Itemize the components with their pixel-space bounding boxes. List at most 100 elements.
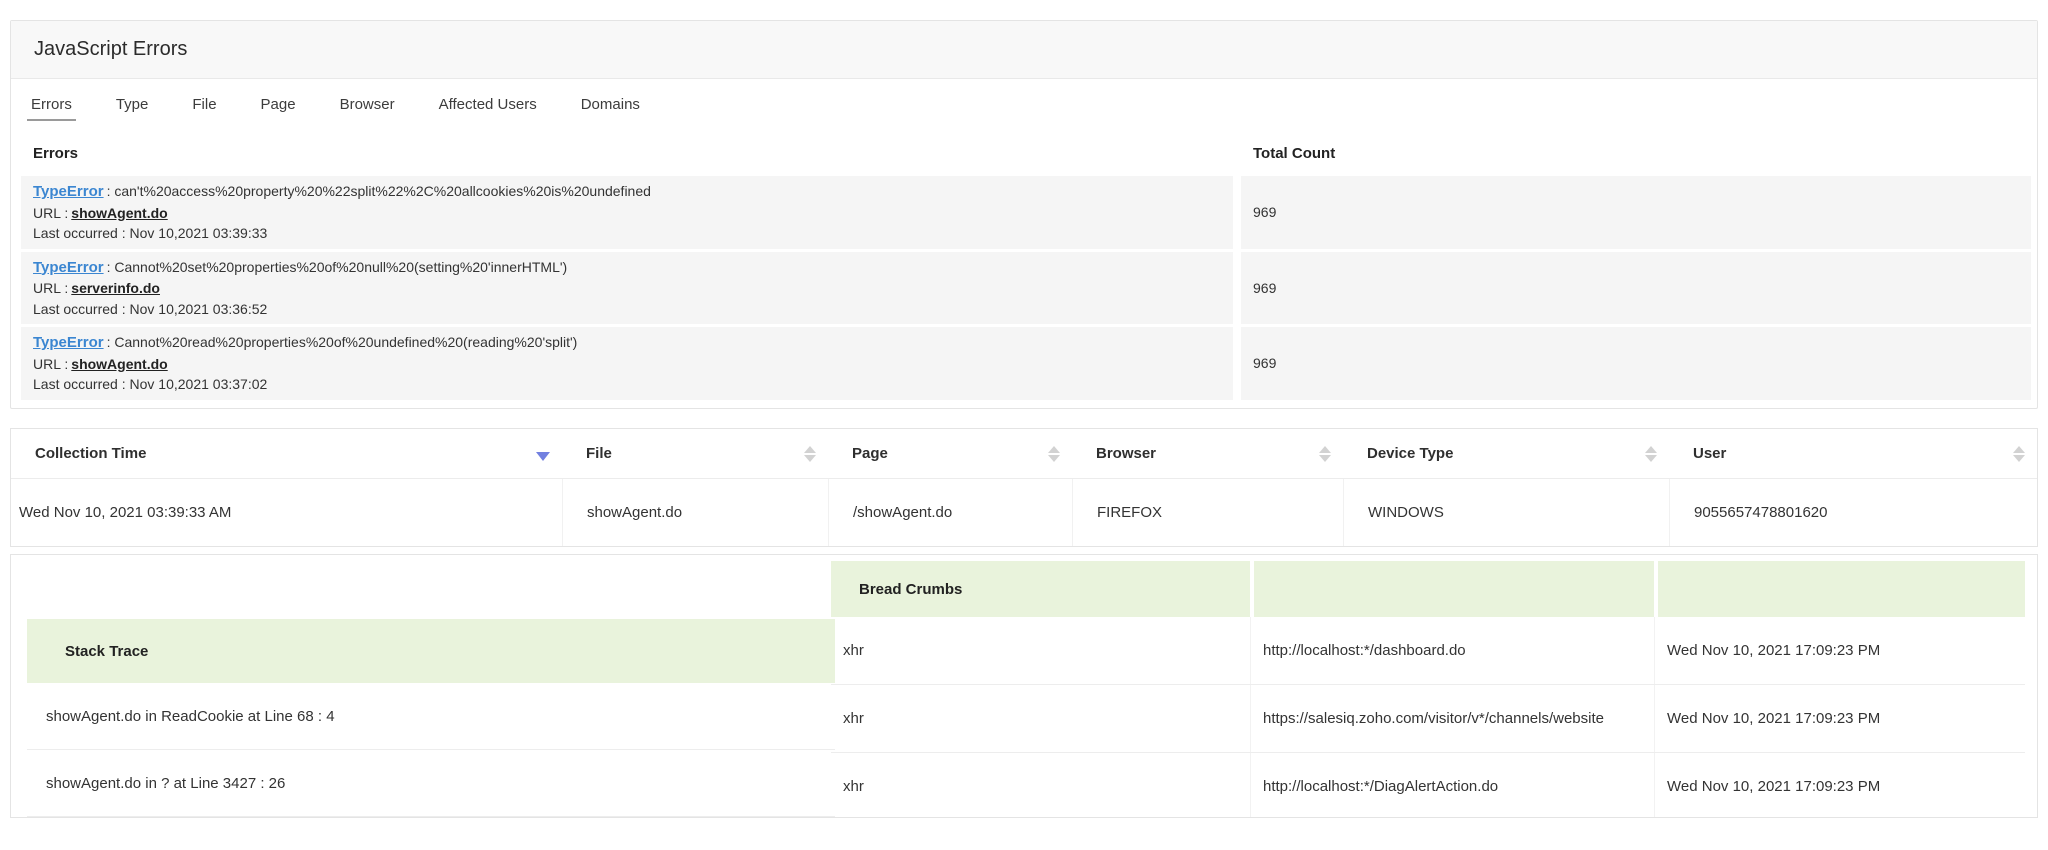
bread-crumb-url-cell: http://localhost:*/DiagAlertAction.do [1250,753,1654,818]
last-occurred-label: Last occurred : [33,225,126,241]
tab-errors[interactable]: Errors [27,88,76,121]
bread-crumb-time-cell: Wed Nov 10, 2021 17:09:23 PM [1654,753,2025,818]
column-header-collection-time[interactable]: Collection Time [11,445,562,462]
bread-crumb-row: xhr http://localhost:*/DiagAlertAction.d… [831,753,2025,818]
column-label: Browser [1096,445,1156,462]
stack-trace-entry: showAgent.do in ReadCookie at Line 68 : … [46,708,335,725]
column-label: Device Type [1367,445,1453,462]
total-count-column-header: Total Count [1241,145,2031,162]
bread-crumbs-title: Bread Crumbs [859,581,962,598]
error-last-occurred-line: Last occurred : Nov 10,2021 03:37:02 [33,374,1221,395]
error-message-line: TypeError: Cannot%20read%20properties%20… [33,332,1221,354]
bread-crumb-type-cell: xhr [831,685,1250,752]
column-label: Page [852,445,888,462]
table-row[interactable]: Wed Nov 10, 2021 03:39:33 AM showAgent.d… [11,479,2037,546]
sort-arrows-icon [2013,446,2025,462]
stack-trace-table: Stack Trace showAgent.do in ReadCookie a… [27,619,835,817]
sort-desc-icon [536,452,550,461]
bread-crumbs-header-cell [1250,561,1654,617]
error-url-link[interactable]: showAgent.do [71,205,167,221]
bread-crumb-type-cell: xhr [831,753,1250,818]
column-header-user[interactable]: User [1669,445,2037,462]
sort-arrows-icon [1319,446,1331,462]
tab-domains[interactable]: Domains [577,88,644,121]
error-type-link[interactable]: TypeError [33,334,104,351]
error-message-line: TypeError: Cannot%20set%20properties%20o… [33,257,1221,279]
error-message: : can't%20access%20property%20%22split%2… [107,183,651,199]
bread-crumbs-header-cell [1654,561,2025,617]
error-type-link[interactable]: TypeError [33,183,104,200]
column-header-device-type[interactable]: Device Type [1343,445,1669,462]
bread-crumbs-title-cell: Bread Crumbs [831,561,1250,617]
errors-section: Errors Total Count TypeError: can't%20ac… [11,129,2037,408]
error-detail-panel: Stack Trace showAgent.do in ReadCookie a… [10,554,2038,818]
stack-trace-header: Stack Trace [27,619,835,683]
card-header: JavaScript Errors [11,21,2037,79]
total-count-value: 969 [1241,252,2031,325]
error-row-details: TypeError: Cannot%20set%20properties%20o… [21,252,1233,325]
error-url-link[interactable]: showAgent.do [71,356,167,372]
column-header-browser[interactable]: Browser [1072,445,1343,462]
error-url-line: URL :showAgent.do [33,203,1221,224]
error-url-line: URL :serverinfo.do [33,278,1221,299]
javascript-errors-card: JavaScript Errors Errors Type File Page … [10,20,2038,409]
stack-trace-title: Stack Trace [65,643,148,660]
column-label: File [586,445,612,462]
sort-arrows-icon [1645,446,1657,462]
bread-crumb-url-cell: http://localhost:*/dashboard.do [1250,617,1654,684]
column-label: Collection Time [35,445,146,462]
sort-arrows-icon [1048,446,1060,462]
tab-file[interactable]: File [188,88,220,121]
bread-crumb-time-cell: Wed Nov 10, 2021 17:09:23 PM [1654,685,2025,752]
last-occurred-value: Nov 10,2021 03:37:02 [130,376,268,392]
url-label: URL : [33,280,68,296]
bread-crumb-row: xhr http://localhost:*/dashboard.do Wed … [831,617,2025,685]
page-title: JavaScript Errors [34,38,187,61]
error-url-line: URL :showAgent.do [33,354,1221,375]
tab-page[interactable]: Page [257,88,300,121]
tab-type[interactable]: Type [112,88,153,121]
bread-crumb-url-cell: https://salesiq.zoho.com/visitor/v*/chan… [1250,685,1654,752]
browser-cell: FIREFOX [1072,479,1343,546]
bread-crumb-row: xhr https://salesiq.zoho.com/visitor/v*/… [831,685,2025,753]
errors-column-header: Errors [21,145,1233,162]
last-occurred-value: Nov 10,2021 03:39:33 [130,225,268,241]
error-last-occurred-line: Last occurred : Nov 10,2021 03:36:52 [33,299,1221,320]
column-header-page[interactable]: Page [828,445,1072,462]
total-count-value: 969 [1241,327,2031,400]
error-occurrences-table: Collection Time File Page Browser Device… [10,428,2038,547]
column-label: User [1693,445,1726,462]
tab-affected-users[interactable]: Affected Users [435,88,541,121]
tab-bar: Errors Type File Page Browser Affected U… [11,79,2037,129]
error-row-details: TypeError: Cannot%20read%20properties%20… [21,327,1233,400]
error-url-link[interactable]: serverinfo.do [71,280,160,296]
tab-browser[interactable]: Browser [336,88,399,121]
errors-list-header: Errors Total Count [21,129,2031,176]
column-header-file[interactable]: File [562,445,828,462]
last-occurred-label: Last occurred : [33,301,126,317]
last-occurred-value: Nov 10,2021 03:36:52 [130,301,268,317]
last-occurred-label: Last occurred : [33,376,126,392]
page-cell: /showAgent.do [828,479,1072,546]
error-message-line: TypeError: can't%20access%20property%20%… [33,181,1221,203]
error-message: : Cannot%20set%20properties%20of%20null%… [107,259,568,275]
sort-arrows-icon [804,446,816,462]
total-count-value: 969 [1241,176,2031,249]
url-label: URL : [33,356,68,372]
errors-list: TypeError: can't%20access%20property%20%… [21,176,2031,400]
error-type-link[interactable]: TypeError [33,259,104,276]
collection-time-cell: Wed Nov 10, 2021 03:39:33 AM [11,479,562,546]
stack-trace-row: showAgent.do in ReadCookie at Line 68 : … [27,683,835,750]
url-label: URL : [33,205,68,221]
stack-trace-entry: showAgent.do in ? at Line 3427 : 26 [46,775,285,792]
bread-crumb-time-cell: Wed Nov 10, 2021 17:09:23 PM [1654,617,2025,684]
details-table-header: Collection Time File Page Browser Device… [11,429,2037,479]
error-row-details: TypeError: can't%20access%20property%20%… [21,176,1233,249]
bread-crumb-type-cell: xhr [831,617,1250,684]
bread-crumbs-header: Bread Crumbs [831,561,2025,617]
bread-crumbs-table: Bread Crumbs xhr http://localhost:*/dash… [831,561,2025,818]
device-type-cell: WINDOWS [1343,479,1669,546]
error-message: : Cannot%20read%20properties%20of%20unde… [107,334,578,350]
user-cell: 9055657478801620 [1669,479,2037,546]
stack-trace-row: showAgent.do in ? at Line 3427 : 26 [27,750,835,817]
